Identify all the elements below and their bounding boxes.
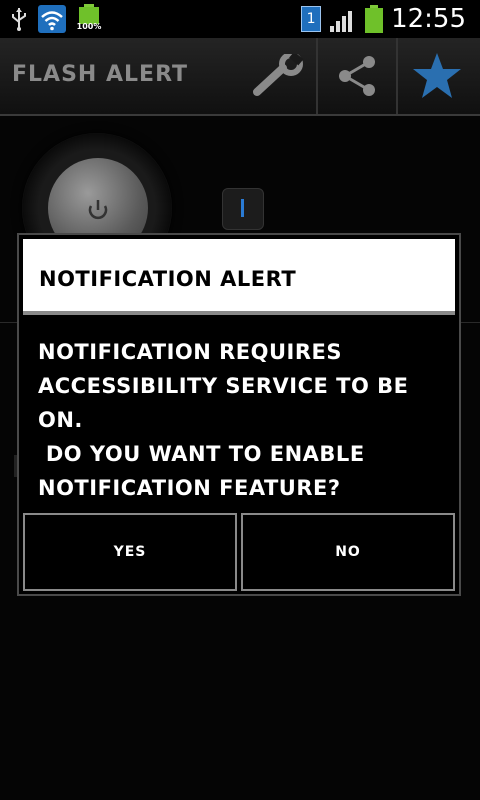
- star-icon: [413, 53, 461, 98]
- status-bar: 100% 1 12:55: [0, 0, 480, 38]
- wifi-icon: [38, 5, 66, 33]
- no-button-label: NO: [335, 544, 361, 560]
- dialog-message: NOTIFICATION REQUIRES ACCESSIBILITY SERV…: [38, 340, 409, 500]
- notification-count: 1: [306, 11, 316, 27]
- favorite-button[interactable]: [398, 38, 476, 114]
- clock: 12:55: [391, 4, 466, 34]
- dialog-title: NOTIFICATION ALERT: [39, 267, 297, 291]
- battery-indicator-left: 100%: [76, 4, 102, 34]
- no-button[interactable]: NO: [241, 513, 455, 591]
- action-bar: FLASH ALERT: [0, 38, 480, 116]
- notification-badge-icon: 1: [301, 6, 322, 32]
- yes-button-label: YES: [113, 544, 147, 560]
- dialog-header: NOTIFICATION ALERT: [23, 239, 455, 315]
- yes-button[interactable]: YES: [23, 513, 237, 591]
- share-button[interactable]: [318, 38, 396, 114]
- notification-alert-dialog: NOTIFICATION ALERT NOTIFICATION REQUIRES…: [17, 233, 461, 596]
- signal-icon: [330, 11, 353, 32]
- usb-icon: [12, 8, 26, 31]
- battery-icon: [365, 5, 384, 33]
- share-icon: [339, 56, 375, 96]
- wrench-icon: [253, 54, 304, 96]
- mode-switch: [222, 188, 264, 230]
- settings-button[interactable]: [240, 38, 318, 114]
- status-left-icons: 100%: [10, 4, 102, 34]
- status-right-icons: 1 12:55: [301, 4, 466, 34]
- battery-percent-label: 100%: [76, 22, 102, 31]
- app-title: FLASH ALERT: [12, 62, 189, 87]
- battery-icon: [79, 4, 99, 24]
